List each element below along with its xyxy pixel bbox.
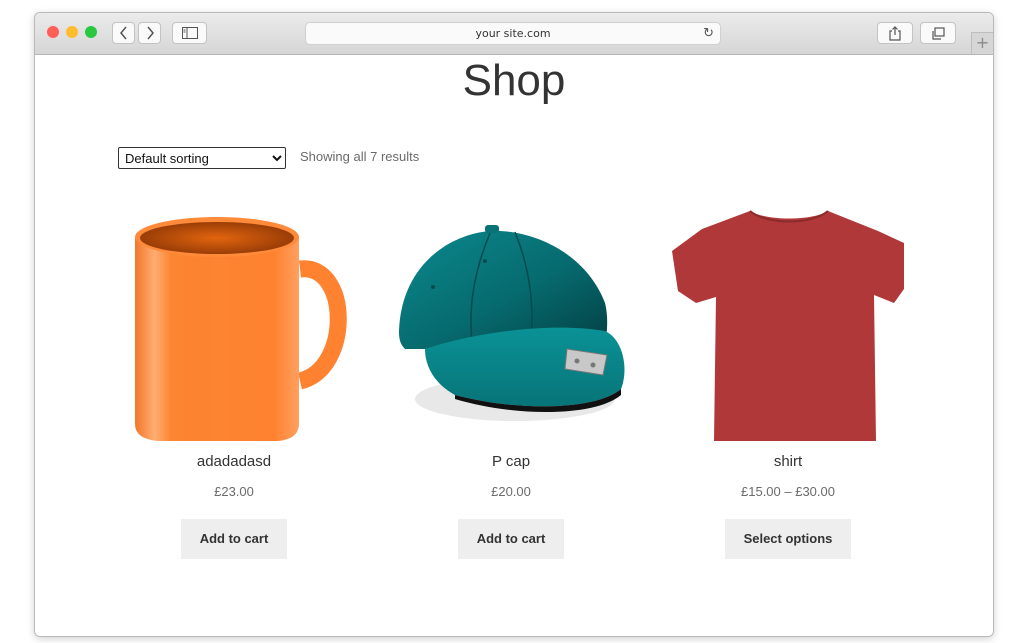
minimize-window-button[interactable] [66, 26, 78, 38]
close-window-button[interactable] [47, 26, 59, 38]
tab-overview-button[interactable] [920, 22, 956, 44]
teal-cap-image [399, 225, 625, 421]
url-text: your site.com [475, 27, 551, 40]
zoom-window-button[interactable] [85, 26, 97, 38]
select-options-button[interactable]: Select options [724, 519, 852, 559]
back-button[interactable] [112, 22, 135, 44]
product-price: £15.00 – £30.00 [741, 484, 835, 499]
add-to-cart-button[interactable]: Add to cart [457, 519, 565, 559]
chevron-right-icon [146, 26, 154, 40]
product-price: £20.00 [491, 484, 531, 499]
browser-window: your site.com ↻ + Shop Default sorting S… [34, 12, 994, 637]
reload-icon[interactable]: ↻ [703, 23, 714, 44]
product-card: shirt £15.00 – £30.00 Select options [672, 199, 904, 559]
orange-mug-image [135, 217, 347, 441]
share-icon [889, 25, 901, 41]
product-image-link[interactable] [395, 199, 627, 441]
chevron-left-icon [119, 26, 127, 40]
red-tshirt-image [672, 210, 904, 441]
product-card: adadadasd £23.00 Add to cart [118, 199, 350, 559]
product-card: P cap £20.00 Add to cart [395, 199, 627, 559]
address-bar[interactable]: your site.com ↻ [305, 22, 721, 45]
product-image-link[interactable] [672, 199, 904, 441]
forward-button[interactable] [138, 22, 161, 44]
page-content: Shop Default sorting Showing all 7 resul… [35, 55, 993, 636]
tabs-icon [932, 26, 945, 40]
sidebar-icon [181, 27, 198, 39]
add-to-cart-button[interactable]: Add to cart [180, 519, 288, 559]
result-count: Showing all 7 results [300, 149, 420, 164]
sorting-select[interactable]: Default sorting [118, 147, 286, 169]
product-price: £23.00 [214, 484, 254, 499]
browser-toolbar: your site.com ↻ + [35, 13, 993, 55]
new-tab-button[interactable]: + [971, 32, 993, 54]
sidebar-toggle-button[interactable] [172, 22, 207, 44]
product-title[interactable]: shirt [672, 453, 904, 470]
product-title[interactable]: adadadasd [118, 453, 350, 470]
product-title[interactable]: P cap [395, 453, 627, 470]
product-image-link[interactable] [118, 199, 350, 441]
page-title: Shop [462, 56, 566, 105]
share-button[interactable] [877, 22, 913, 44]
